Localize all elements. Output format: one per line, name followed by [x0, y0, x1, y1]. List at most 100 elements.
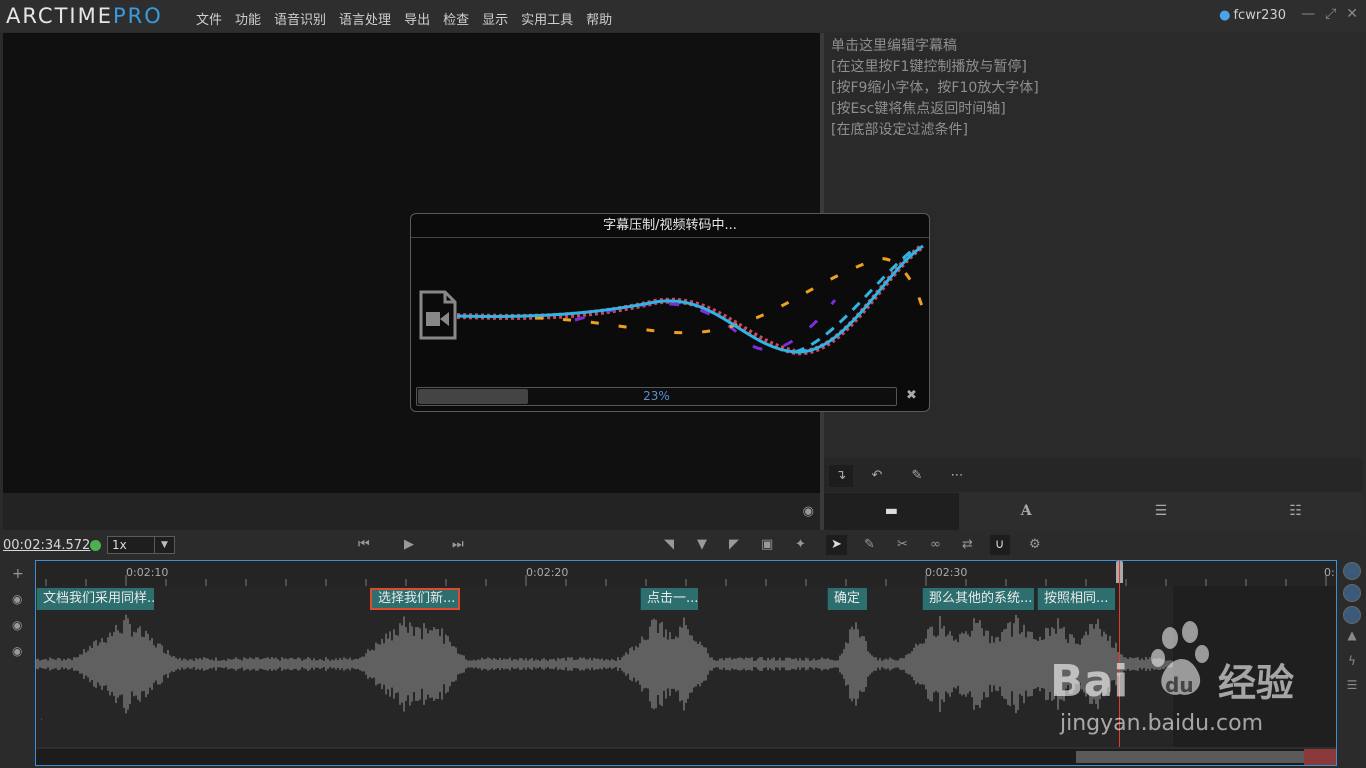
- speed-select[interactable]: 1x ▼: [107, 536, 175, 554]
- eye-icon[interactable]: ◉: [12, 644, 22, 658]
- track-hint: ·: [40, 715, 44, 726]
- menu-export[interactable]: 导出: [404, 9, 430, 28]
- script-toolbar: ↴ ↶ ✎ ⋯: [824, 458, 1363, 492]
- eye-icon[interactable]: ◉: [12, 618, 22, 632]
- logo-accent: PRO: [112, 4, 163, 28]
- subtitle-block[interactable]: 点击一...: [640, 588, 698, 610]
- eye-icon[interactable]: ◉: [12, 592, 22, 606]
- ruler-label: 0:02:30: [925, 566, 968, 579]
- video-footer: ◉: [3, 493, 820, 530]
- scissors-icon[interactable]: ✂: [897, 537, 908, 552]
- watermark-url: jingyan.baidu.com: [1059, 711, 1263, 736]
- chevron-down-icon: ▼: [154, 537, 174, 553]
- tab-settings[interactable]: ☷: [1228, 493, 1363, 530]
- menu-bar: ARCTIMEPRO 文件 功能 语音识别 语言处理 导出 检查 显示 实用工具…: [0, 0, 1366, 32]
- gear-icon[interactable]: ⚙: [1029, 537, 1041, 552]
- timeline-scrollbar[interactable]: [36, 749, 1336, 765]
- pointer-icon[interactable]: ➤: [826, 535, 847, 555]
- list-icon[interactable]: ☰: [1343, 678, 1361, 696]
- gain-dial-icon[interactable]: [1343, 606, 1361, 624]
- link-icon[interactable]: ∞: [930, 537, 941, 552]
- ruler-label: 0:02:20: [526, 566, 569, 579]
- skip-forward-icon[interactable]: ⏭: [452, 537, 464, 552]
- menu-speech-recognition[interactable]: 语音识别: [274, 9, 326, 28]
- status-indicator: [90, 540, 101, 551]
- time-ruler[interactable]: 0:02:10 0:02:20 0:02:30 0:: [36, 561, 1336, 586]
- user-icon: ●: [1219, 8, 1231, 23]
- watermark-brand-cn: 经验: [1218, 661, 1294, 705]
- eye-icon[interactable]: ◉: [803, 504, 814, 519]
- timeline-side-tools: ▲ ϟ ☰: [1340, 560, 1366, 766]
- minimize-icon[interactable]: —: [1301, 6, 1315, 22]
- user-name: fcwr230: [1233, 8, 1286, 23]
- menu-language-processing[interactable]: 语言处理: [339, 9, 391, 28]
- app-logo: ARCTIMEPRO: [6, 4, 163, 28]
- baidu-jingyan-watermark: Bai du 经验 jingyan.baidu.com: [1050, 621, 1294, 736]
- subtitle-block[interactable]: 选择我们新...: [370, 588, 460, 610]
- mark-in-icon[interactable]: ◥: [664, 537, 674, 552]
- fullscreen-icon[interactable]: ⤢: [1325, 6, 1336, 22]
- edit-icon[interactable]: ✎: [864, 537, 875, 552]
- ruler-label: 0:02:10: [126, 566, 169, 579]
- progress-label: 23%: [643, 389, 670, 403]
- menu-tools[interactable]: 实用工具: [521, 9, 573, 28]
- pencil-icon[interactable]: ✎: [905, 465, 929, 487]
- add-track-icon[interactable]: +: [12, 566, 24, 582]
- mark-out-icon[interactable]: ◤: [729, 537, 739, 552]
- dialog-title: 字幕压制/视频转码中...: [411, 214, 929, 238]
- main-menu: 文件 功能 语音识别 语言处理 导出 检查 显示 实用工具 帮助: [196, 9, 625, 28]
- watermark-brand: Bai: [1050, 656, 1128, 707]
- more-icon[interactable]: ⋯: [945, 465, 969, 487]
- script-line: [在底部设定过滤条件]: [831, 122, 968, 138]
- menu-features[interactable]: 功能: [235, 9, 261, 28]
- subtitle-block[interactable]: 按照相同...: [1037, 588, 1115, 610]
- lightning-icon[interactable]: ϟ: [1343, 654, 1361, 672]
- ruler-label: 0:: [1324, 566, 1335, 579]
- magic-wand-icon[interactable]: ✦: [795, 537, 806, 552]
- list-icon: ☰: [1154, 503, 1168, 519]
- speech-bubble-icon: ▬: [884, 503, 898, 519]
- subtitle-block[interactable]: 文档我们采用同样...: [36, 588, 154, 610]
- waveform-view-icon[interactable]: ▲: [1343, 628, 1361, 646]
- menu-file[interactable]: 文件: [196, 9, 222, 28]
- tab-font-style[interactable]: A: [959, 493, 1094, 530]
- pan-dial-icon[interactable]: [1343, 584, 1361, 602]
- undo-icon[interactable]: ↶: [865, 465, 889, 487]
- script-line: [按F9缩小字体，按F10放大字体]: [831, 80, 1039, 96]
- magnet-icon[interactable]: ∪: [990, 535, 1010, 555]
- menu-check[interactable]: 检查: [443, 9, 469, 28]
- timecode-display[interactable]: 00:02:34.572: [3, 538, 90, 553]
- window-controls: — ⤢ ✕: [1301, 6, 1358, 22]
- tab-subtitle-text[interactable]: ▬: [824, 493, 959, 530]
- speed-value: 1x: [112, 538, 127, 552]
- user-account[interactable]: ● fcwr230: [1219, 8, 1286, 23]
- script-line: 单击这里编辑字幕稿: [831, 38, 957, 54]
- tab-list[interactable]: ☰: [1094, 493, 1229, 530]
- play-icon[interactable]: ▶: [404, 537, 414, 552]
- encoding-progress-dialog: 字幕压制/视频转码中... 23% ✖: [410, 213, 930, 412]
- marker-icon[interactable]: ▼: [697, 537, 707, 552]
- menu-view[interactable]: 显示: [482, 9, 508, 28]
- close-icon[interactable]: ✖: [906, 388, 917, 403]
- video-file-icon: [419, 290, 457, 340]
- scrollbar-thumb[interactable]: [1076, 751, 1336, 763]
- panel-tabs: ▬ A ☰ ☷: [824, 493, 1363, 530]
- camera-icon[interactable]: ▣: [761, 537, 773, 552]
- sliders-icon: ☷: [1289, 503, 1302, 519]
- subtitle-block[interactable]: 确定: [827, 588, 867, 610]
- subtitle-track[interactable]: 文档我们采用同样... 选择我们新... 点击一... 确定 那么其他的系统..…: [36, 586, 1336, 612]
- skip-back-icon[interactable]: ⏮: [358, 537, 370, 552]
- swap-icon[interactable]: ⇄: [962, 537, 973, 552]
- font-icon: A: [1020, 503, 1032, 519]
- insert-icon[interactable]: ↴: [829, 465, 853, 487]
- menu-help[interactable]: 帮助: [586, 9, 612, 28]
- transport-bar: 00:02:34.572 1x ▼ ⏮ ▶ ⏭ ◥ ▼ ◤ ▣ ✦ ➤ ✎ ✂ ∞…: [0, 531, 1366, 559]
- ruler-ticks: [45, 575, 1327, 586]
- close-icon[interactable]: ✕: [1346, 6, 1358, 22]
- scrollbar-end-marker: [1304, 749, 1336, 765]
- timeline-gutter: + ◉ ◉ ◉: [3, 560, 35, 766]
- logo-main: ARCTIME: [6, 4, 113, 28]
- subtitle-block[interactable]: 那么其他的系统...: [922, 588, 1034, 610]
- progress-bar: 23%: [416, 387, 897, 406]
- volume-dial-icon[interactable]: [1343, 562, 1361, 580]
